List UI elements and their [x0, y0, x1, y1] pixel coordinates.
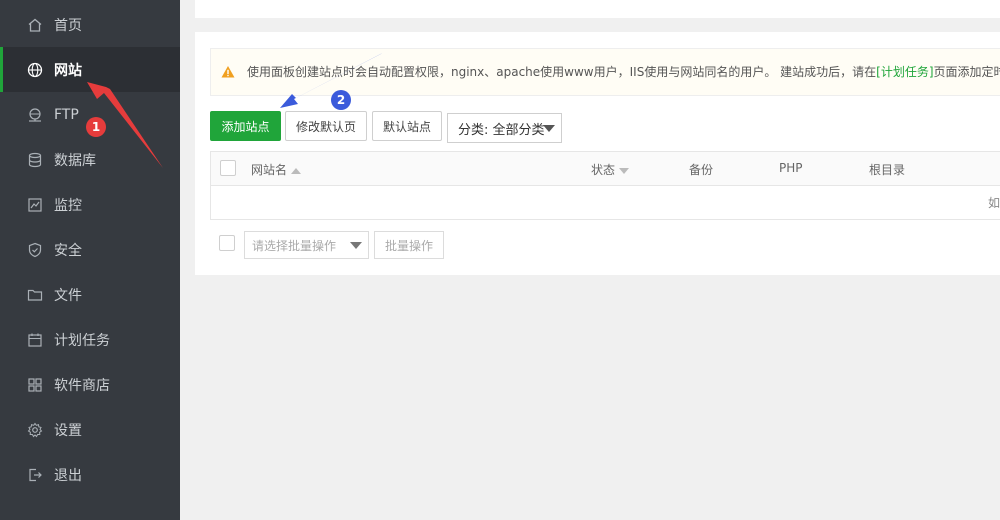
column-status[interactable]: 状态: [591, 161, 630, 178]
sidebar-item-home[interactable]: 首页: [0, 2, 180, 47]
select-all-checkbox[interactable]: [220, 160, 236, 176]
shield-icon: [26, 241, 44, 259]
apps-icon: [26, 376, 44, 394]
default-site-button[interactable]: 默认站点: [372, 111, 442, 141]
column-root-dir: 根目录: [869, 163, 906, 177]
batch-operation-button[interactable]: 批量操作: [374, 231, 444, 259]
calendar-icon: [26, 331, 44, 349]
sidebar-item-settings[interactable]: 设置: [0, 407, 180, 452]
sidebar-item-label: 设置: [54, 422, 82, 439]
folder-icon: [26, 286, 44, 304]
sidebar-item-label: 文件: [54, 287, 82, 304]
sidebar-item-monitor[interactable]: 监控: [0, 182, 180, 227]
globe-icon: [26, 61, 44, 79]
sidebar-item-cron[interactable]: 计划任务: [0, 317, 180, 362]
batch-checkbox[interactable]: [219, 235, 235, 251]
sidebar-item-website[interactable]: 网站: [0, 47, 180, 92]
batch-operation-select[interactable]: 请选择批量操作: [244, 231, 369, 259]
modify-default-page-button[interactable]: 修改默认页: [285, 111, 367, 141]
notice-text: 使用面板创建站点时会自动配置权限，nginx、apache使用www用户，IIS…: [247, 65, 1000, 79]
monitor-icon: [26, 196, 44, 214]
annotation-badge-2: 2: [331, 90, 351, 110]
logout-icon: [26, 466, 44, 484]
notice-bar: 使用面板创建站点时会自动配置权限，nginx、apache使用www用户，IIS…: [210, 48, 1000, 96]
column-site-name[interactable]: 网站名: [251, 161, 302, 178]
gear-icon: [26, 421, 44, 439]
empty-table-text: 如: [987, 196, 1000, 210]
sidebar-item-security[interactable]: 安全: [0, 227, 180, 272]
column-backup: 备份: [689, 163, 714, 177]
sort-up-icon: [291, 167, 302, 174]
sidebar-item-label: 退出: [54, 467, 82, 484]
sidebar-item-files[interactable]: 文件: [0, 272, 180, 317]
sidebar-item-label: 软件商店: [54, 377, 110, 394]
table-header: 网站名 状态 备份 PHP 根目录: [211, 152, 1000, 186]
ftp-icon: [26, 106, 44, 124]
database-icon: [26, 151, 44, 169]
sort-down-icon: [619, 167, 630, 174]
site-list-card: 使用面板创建站点时会自动配置权限，nginx、apache使用www用户，IIS…: [195, 32, 1000, 275]
home-icon: [26, 16, 44, 34]
chevron-down-icon: [350, 242, 362, 249]
chevron-down-icon: [543, 125, 555, 132]
sidebar-item-label: 首页: [54, 17, 82, 34]
sidebar-item-store[interactable]: 软件商店: [0, 362, 180, 407]
warning-icon: [221, 65, 235, 79]
annotation-badge-1: 1: [86, 117, 106, 137]
sidebar-item-label: 数据库: [54, 152, 96, 169]
category-select[interactable]: 分类: 全部分类: [447, 113, 562, 143]
top-card: [195, 0, 1000, 18]
category-select-value: 分类: 全部分类: [458, 122, 545, 138]
sidebar-item-label: 安全: [54, 242, 82, 259]
add-site-button[interactable]: 添加站点: [210, 111, 281, 141]
sidebar-item-label: 监控: [54, 197, 82, 214]
cron-link[interactable]: [计划任务]: [876, 65, 933, 79]
column-php: PHP: [779, 161, 803, 175]
batch-select-placeholder: 请选择批量操作: [252, 238, 337, 253]
sidebar-item-label: FTP: [54, 106, 79, 123]
sidebar-item-label: 计划任务: [54, 332, 110, 349]
sidebar-item-label: 网站: [54, 62, 82, 79]
sidebar: 首页 网站 FTP 数据库 监控 安全 文件 计划任务 软件商店 设置 退出: [0, 0, 180, 520]
sidebar-item-database[interactable]: 数据库: [0, 137, 180, 182]
site-table: 网站名 状态 备份 PHP 根目录 如: [210, 151, 1000, 220]
sidebar-item-logout[interactable]: 退出: [0, 452, 180, 497]
